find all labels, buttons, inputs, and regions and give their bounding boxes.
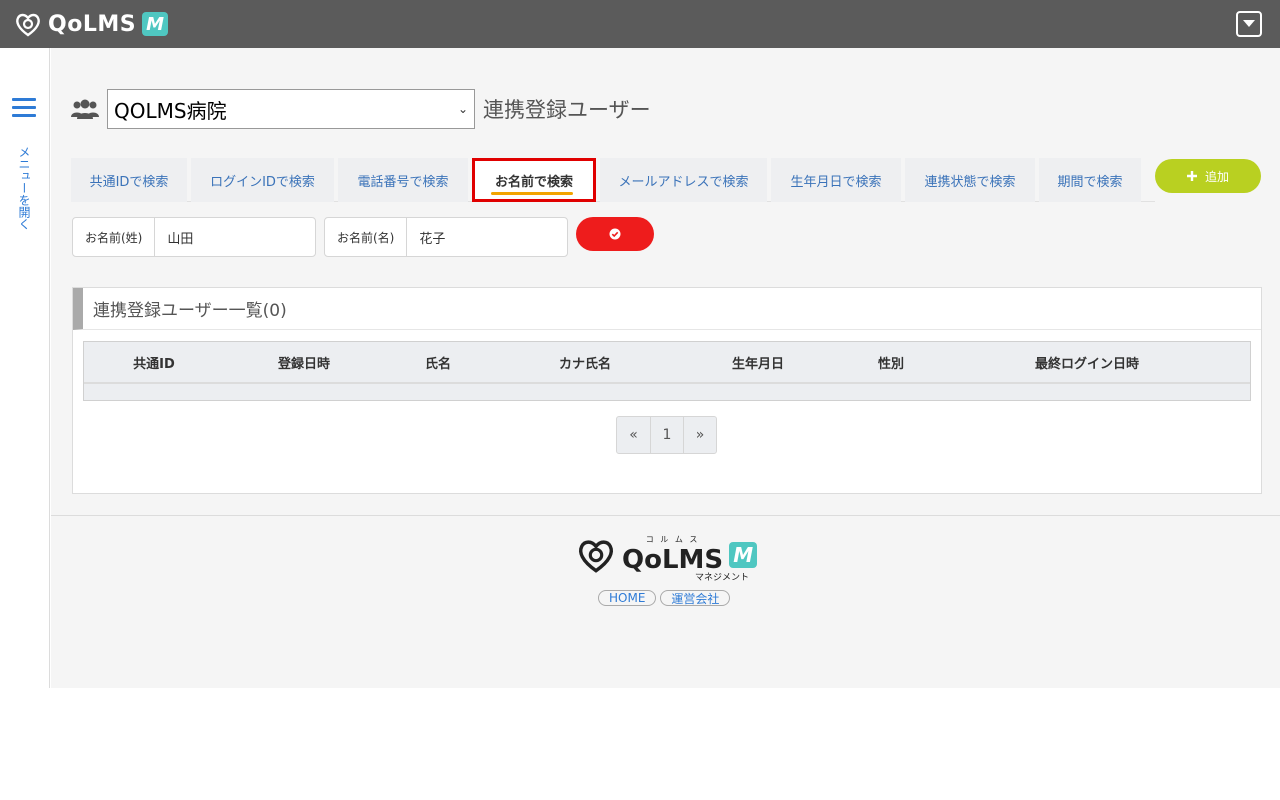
first-name-field[interactable]: お名前(名) 花子 <box>324 217 568 257</box>
pagination-page-1[interactable]: 1 <box>650 417 683 453</box>
hospital-select[interactable]: QOLMS病院 ⌄ <box>107 89 475 129</box>
footer-link-home[interactable]: HOME <box>598 590 657 606</box>
footer-divider <box>51 515 1280 516</box>
panel-title: 連携登録ユーザー一覧(0) <box>73 288 1261 330</box>
top-header: QoLMS M <box>0 0 1280 48</box>
first-name-label: お名前(名) <box>325 218 408 256</box>
plus-icon <box>1186 171 1197 181</box>
col-gender[interactable]: 性別 <box>838 353 944 372</box>
pagination-prev[interactable]: « <box>617 417 650 453</box>
last-name-field[interactable]: お名前(姓) 山田 <box>72 217 316 257</box>
col-last-login[interactable]: 最終ログイン日時 <box>944 353 1230 372</box>
logo-badge: M <box>142 12 169 36</box>
logo-text: QoLMS <box>48 11 137 37</box>
tab-phone[interactable]: 電話番号で検索 <box>338 158 468 202</box>
qolms-heart-icon <box>16 13 40 37</box>
search-tabs: 共通IDで検索 ログインIDで検索 電話番号で検索 お名前で検索 メールアドレス… <box>71 158 1155 202</box>
footer-subtitle: マネジメント <box>695 573 750 583</box>
tab-login-id[interactable]: ログインIDで検索 <box>191 158 334 202</box>
page-title: 連携登録ユーザー <box>483 98 651 122</box>
last-name-label: お名前(姓) <box>73 218 156 256</box>
hospital-select-value: QOLMS病院 <box>114 98 227 123</box>
footer-logo: コ ル ム ス QoLMS M <box>576 534 758 575</box>
tab-common-id[interactable]: 共通IDで検索 <box>71 158 187 202</box>
pagination-next[interactable]: » <box>683 417 716 453</box>
hamburger-icon[interactable] <box>12 98 36 118</box>
col-kana-name[interactable]: カナ氏名 <box>492 353 678 372</box>
tab-name[interactable]: お名前で検索 <box>472 158 596 202</box>
qolms-heart-icon <box>579 539 613 573</box>
table-empty-row <box>84 382 1250 400</box>
users-icon <box>71 99 99 119</box>
col-common-id[interactable]: 共通ID <box>84 353 224 372</box>
add-button-label: 追加 <box>1204 169 1229 184</box>
col-birthdate[interactable]: 生年月日 <box>678 353 838 372</box>
pagination: « 1 » <box>616 416 717 454</box>
active-tab-underline <box>491 192 573 195</box>
chevron-down-icon: ⌄ <box>457 102 468 116</box>
col-name[interactable]: 氏名 <box>384 353 492 372</box>
footer-logo-badge: M <box>729 541 758 568</box>
first-name-input[interactable]: 花子 <box>407 228 445 247</box>
dropdown-box-icon[interactable] <box>1236 11 1262 37</box>
last-name-input[interactable]: 山田 <box>155 228 193 247</box>
footer-logo-ruby: コ ル ム ス <box>645 535 700 544</box>
app-logo[interactable]: QoLMS M <box>14 8 169 40</box>
search-submit-button[interactable] <box>576 217 654 251</box>
title-row: QOLMS病院 ⌄ 連携登録ユーザー <box>71 88 651 130</box>
tab-period[interactable]: 期間で検索 <box>1039 158 1141 202</box>
user-list-panel: 連携登録ユーザー一覧(0) 共通ID 登録日時 氏名 カナ氏名 生年月日 性別 … <box>72 287 1262 494</box>
check-circle-icon <box>609 228 621 240</box>
table-header: 共通ID 登録日時 氏名 カナ氏名 生年月日 性別 最終ログイン日時 <box>84 342 1250 382</box>
sidebar: メニューを開く <box>0 48 50 688</box>
user-table: 共通ID 登録日時 氏名 カナ氏名 生年月日 性別 最終ログイン日時 <box>83 341 1251 401</box>
tab-link-status[interactable]: 連携状態で検索 <box>905 158 1035 202</box>
tab-email[interactable]: メールアドレスで検索 <box>600 158 767 202</box>
tab-birthdate[interactable]: 生年月日で検索 <box>771 158 901 202</box>
add-button[interactable]: 追加 <box>1155 159 1261 193</box>
footer-link-company[interactable]: 運営会社 <box>660 590 731 606</box>
main-content: QOLMS病院 ⌄ 連携登録ユーザー 共通IDで検索 ログインIDで検索 電話番… <box>51 48 1280 688</box>
footer-links: HOME 運営会社 <box>598 590 731 606</box>
col-registered-at[interactable]: 登録日時 <box>224 353 384 372</box>
open-menu-link[interactable]: メニューを開く <box>16 146 32 230</box>
